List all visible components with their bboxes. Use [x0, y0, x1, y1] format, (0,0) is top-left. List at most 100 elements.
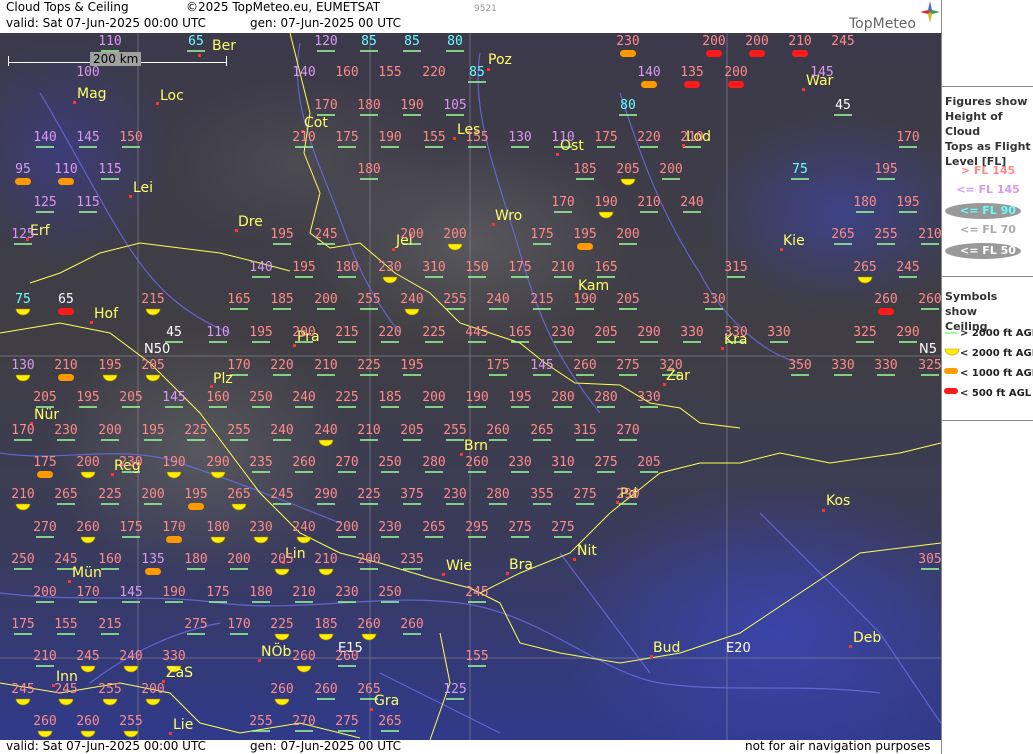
cloud-top-value: 180 [249, 585, 273, 600]
cloud-top-value: 315 [573, 423, 597, 438]
cloud-top-value: 130 [11, 358, 35, 373]
cloud-top-value: 110 [551, 130, 575, 145]
ceiling-yellow-symbol [15, 308, 31, 316]
city-marker-icon [849, 645, 852, 648]
cloud-top-value: 210 [54, 358, 78, 373]
cloud-top-value: 185 [573, 162, 597, 177]
cloud-top-value: 255 [443, 423, 467, 438]
cloud-top-value: 200 [745, 34, 769, 49]
cloud-top-value: 225 [98, 487, 122, 502]
topmeteo-logo: TopMeteo [849, 16, 916, 32]
cloud-top-value: 205 [119, 390, 143, 405]
ceiling-yellow-symbol [857, 276, 873, 284]
cloud-top-value: 225 [184, 423, 208, 438]
city-marker-icon [370, 708, 373, 711]
cloud-top-value: 290 [637, 325, 661, 340]
cloud-top-value: 260 [335, 649, 359, 664]
cloud-top-value: 260 [270, 682, 294, 697]
cloud-top-value: 210 [314, 358, 338, 373]
cloud-top-value: 200 [76, 455, 100, 470]
cloud-top-value: 140 [33, 130, 57, 145]
cloud-top-value: 330 [767, 325, 791, 340]
city-marker-icon [802, 88, 805, 91]
cloud-top-value: 290 [314, 487, 338, 502]
cloud-top-value: 280 [594, 390, 618, 405]
city-label: Wro [495, 208, 523, 224]
cloud-top-value: 260 [76, 520, 100, 535]
city-label: Hof [94, 306, 119, 322]
ceiling-yellow-symbol [274, 633, 290, 641]
cloud-top-value: 115 [98, 162, 122, 177]
cloud-top-value: 125 [33, 195, 57, 210]
city-marker-icon [129, 195, 132, 198]
cloud-top-value: 200 [422, 390, 446, 405]
cloud-top-value: 85 [469, 65, 485, 80]
cloud-top-value: 330 [162, 649, 186, 664]
cloud-top-value: 215 [98, 617, 122, 632]
cloud-top-value: 230 [249, 520, 273, 535]
cloud-top-value: 375 [400, 487, 424, 502]
ceiling-red-symbol [792, 50, 808, 57]
cloud-top-value: 245 [465, 585, 489, 600]
cloud-top-value: 280 [486, 487, 510, 502]
ceiling-yellow-symbol [15, 698, 31, 706]
ceiling-yellow-symbol [296, 536, 312, 544]
cloud-top-value: 200 [659, 162, 683, 177]
cloud-top-value: 195 [184, 487, 208, 502]
legend-level-90: <= FL 90 [960, 204, 1016, 217]
ceiling-yellow-symbol [404, 308, 420, 316]
cloud-top-value: 205 [616, 292, 640, 307]
cloud-top-value: 260 [33, 714, 57, 729]
cloud-top-value: 280 [551, 390, 575, 405]
city-marker-icon [453, 137, 456, 140]
cloud-top-value: 140 [637, 65, 661, 80]
cloud-top-value: 225 [357, 358, 381, 373]
grid-label-e20: E20 [726, 641, 751, 656]
cloud-top-value: 145 [76, 130, 100, 145]
ceiling-yellow-symbol [145, 698, 161, 706]
legend-level-70: <= FL 70 [960, 223, 1016, 236]
city-marker-icon [556, 153, 559, 156]
ceiling-yellow-symbol [80, 730, 96, 738]
satellite-map[interactable]: 200 km N50 N5 E15 E20 Ber Poz War Mag Loc Cot… [0, 33, 941, 740]
cloud-top-value: 290 [206, 455, 230, 470]
cloud-top-value: 230 [551, 325, 575, 340]
ceiling-yellow-symbol [382, 276, 398, 284]
ceiling-yellow-symbol [253, 536, 269, 544]
cloud-top-value: 195 [76, 390, 100, 405]
cloud-top-value: 210 [680, 130, 704, 145]
cloud-top-value: 230 [378, 260, 402, 275]
cloud-top-value: 145 [162, 390, 186, 405]
cloud-top-value: 145 [810, 65, 834, 80]
city-marker-icon [68, 580, 71, 583]
cloud-top-value: 180 [853, 195, 877, 210]
city-marker-icon [573, 558, 576, 561]
cloud-top-value: 200 [314, 292, 338, 307]
cloud-top-value: 260 [292, 649, 316, 664]
cloud-top-value: 195 [292, 260, 316, 275]
cloud-top-value: 240 [292, 390, 316, 405]
cloud-top-value: 110 [98, 34, 122, 49]
cloud-top-value: 445 [465, 325, 489, 340]
cloud-top-value: 130 [508, 130, 532, 145]
cloud-top-value: 260 [314, 682, 338, 697]
cloud-top-value: 125 [11, 227, 35, 242]
city-label: Bud [653, 640, 681, 656]
cloud-top-value: 110 [206, 325, 230, 340]
ceiling-orange-symbol [145, 568, 161, 575]
city-label: ZaS [166, 665, 194, 681]
cloud-top-value: 165 [594, 260, 618, 275]
cloud-top-value: 195 [400, 358, 424, 373]
ceiling-yellow-symbol [145, 374, 161, 382]
cloud-top-value: 275 [551, 520, 575, 535]
ceiling-red-symbol [684, 81, 700, 88]
cloud-top-value: 160 [206, 390, 230, 405]
cloud-top-value: 225 [422, 325, 446, 340]
ceiling-orange-symbol [58, 374, 74, 381]
cloud-top-value: 155 [54, 617, 78, 632]
cloud-top-value: 215 [141, 292, 165, 307]
ceiling-yellow-symbol [123, 665, 139, 673]
ceiling-red-symbol [706, 50, 722, 57]
cloud-top-value: 255 [227, 423, 251, 438]
city-label: Cot [304, 115, 328, 131]
